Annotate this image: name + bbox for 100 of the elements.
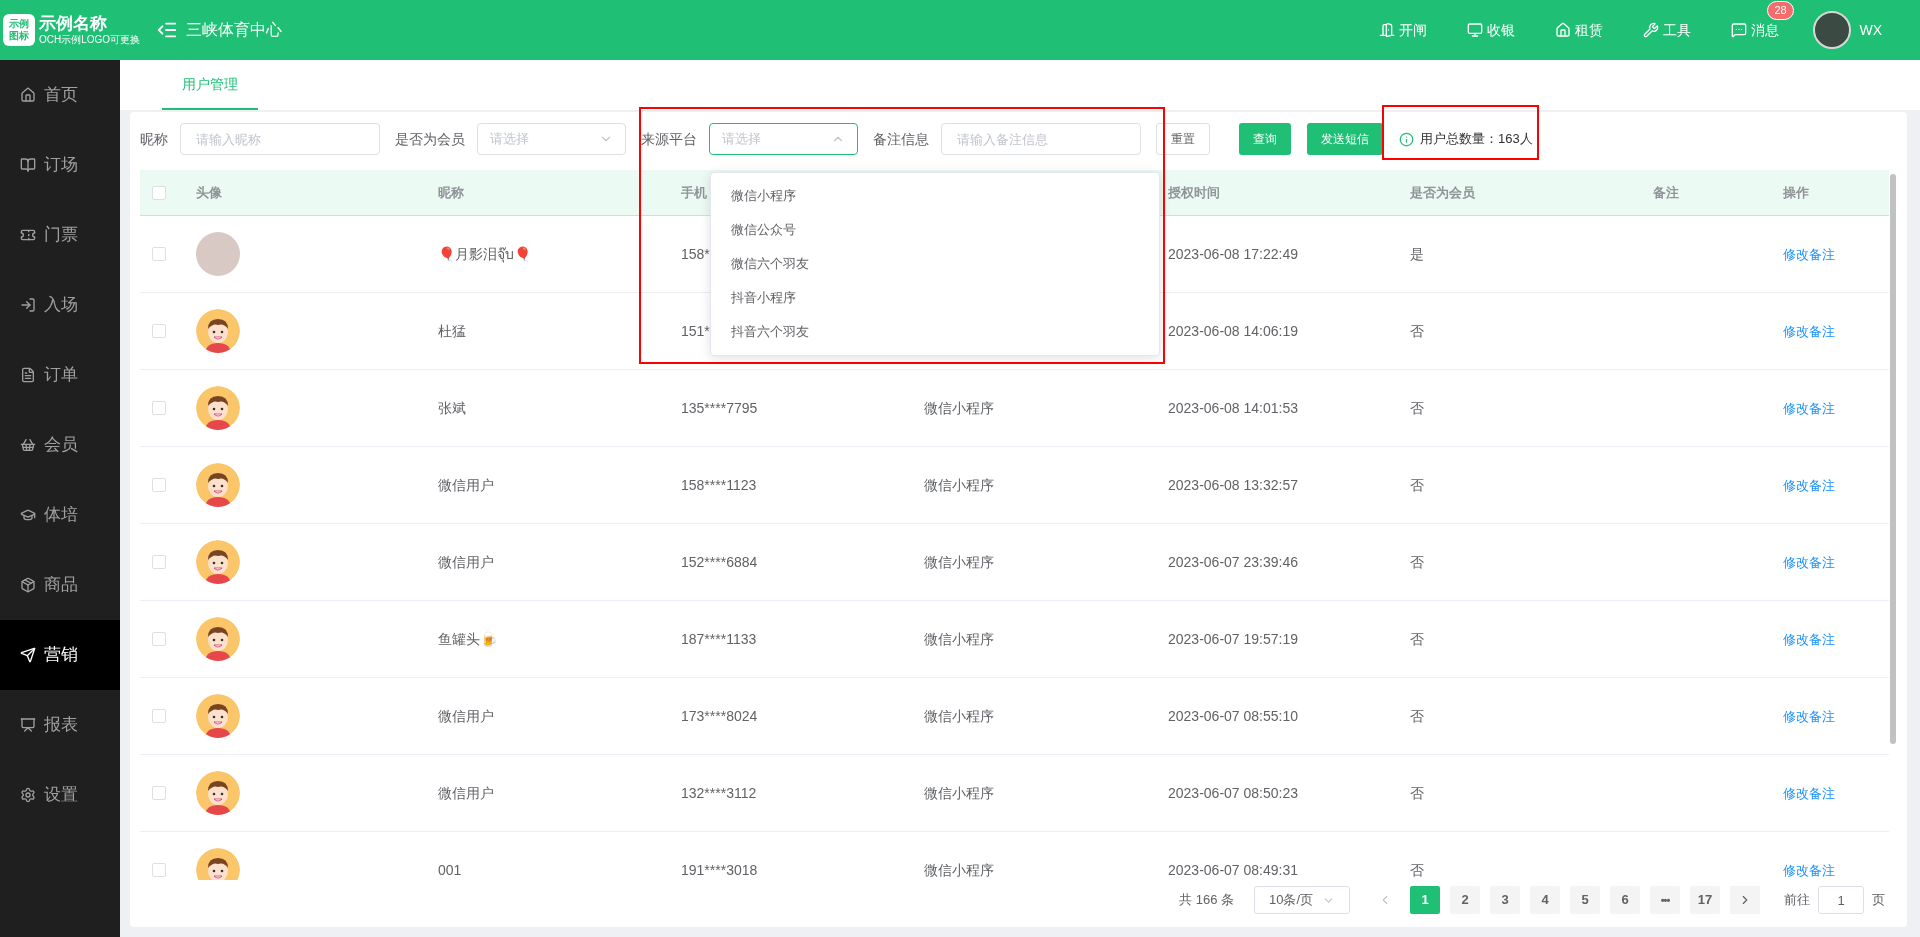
table-cell: 191****3018	[681, 861, 758, 878]
table-cell: 001	[438, 861, 462, 878]
page-button[interactable]: 17	[1690, 886, 1720, 914]
venue-title: 三峡体育中心	[186, 20, 283, 40]
sidebar-item[interactable]: 门票	[0, 200, 120, 270]
table-cell: 158****1123	[681, 476, 757, 493]
edit-remark-link[interactable]: 修改备注	[1783, 631, 1835, 647]
goto-page-field[interactable]: 1	[1818, 886, 1864, 914]
total-records: 共 166 条	[1179, 891, 1234, 910]
goto-suffix: 页	[1872, 891, 1885, 910]
sidebar-item[interactable]: 入场	[0, 270, 120, 340]
dropdown-option[interactable]: 微信公众号	[711, 213, 1159, 247]
table-cell: 🎈月影泪จุ๊บ🎈	[438, 245, 531, 262]
count-badge: 28	[1767, 0, 1794, 20]
ticket-icon	[20, 227, 36, 243]
table-cell: 132****3112	[681, 784, 757, 801]
column-header: 备注	[1653, 184, 1679, 200]
checkbox[interactable]	[152, 478, 166, 492]
checkbox[interactable]	[152, 786, 166, 800]
checkbox[interactable]	[152, 632, 166, 646]
dropdown-option[interactable]: 抖音小程序	[711, 281, 1159, 315]
column-header: 操作	[1783, 184, 1809, 200]
table-cell: 2023-06-08 13:32:57	[1168, 476, 1298, 493]
edit-remark-link[interactable]: 修改备注	[1783, 323, 1835, 339]
column-header: 授权时间	[1168, 184, 1220, 200]
table-cell: 135****7795	[681, 399, 758, 416]
edit-remark-link[interactable]: 修改备注	[1783, 400, 1835, 416]
more-pages-button[interactable]: •••	[1650, 886, 1680, 914]
logo-mark: 示例图标	[3, 14, 35, 46]
checkbox[interactable]	[152, 247, 166, 261]
page-button[interactable]: 2	[1450, 886, 1480, 914]
page-button[interactable]: 4	[1530, 886, 1560, 914]
table-cell: 2023-06-08 14:06:19	[1168, 322, 1298, 339]
dropdown-option[interactable]: 抖音六个羽友	[711, 315, 1159, 349]
monitor-icon	[1467, 22, 1484, 38]
edit-remark-link[interactable]: 修改备注	[1783, 554, 1835, 570]
column-header: 头像	[196, 184, 222, 200]
table-cell: 微信小程序	[924, 553, 994, 570]
filter-label: 来源平台	[641, 129, 697, 149]
sidebar-item[interactable]: 首页	[0, 60, 120, 130]
page-size-select[interactable]: 10条/页	[1254, 886, 1350, 914]
edit-remark-link[interactable]: 修改备注	[1783, 708, 1835, 724]
filter-label: 备注信息	[873, 129, 929, 149]
column-header: 昵称	[438, 184, 464, 200]
page-button[interactable]: 6	[1610, 886, 1640, 914]
next-page-button[interactable]	[1730, 886, 1760, 914]
dropdown-option[interactable]: 微信小程序	[711, 179, 1159, 213]
page-button[interactable]: 5	[1570, 886, 1600, 914]
package-icon	[20, 577, 36, 593]
edit-remark-link[interactable]: 修改备注	[1783, 785, 1835, 801]
table-cell: 鱼罐头🍺	[438, 630, 497, 647]
graduation-cap-icon	[20, 507, 36, 523]
sidebar-item[interactable]: 报表	[0, 690, 120, 760]
sidebar-item[interactable]: 会员	[0, 410, 120, 480]
checkbox[interactable]	[152, 185, 166, 200]
edit-remark-link[interactable]: 修改备注	[1783, 477, 1835, 493]
sidebar-item[interactable]: 订单	[0, 340, 120, 410]
filter-field[interactable]: 请输入备注信息	[941, 123, 1141, 155]
goto-label: 前往	[1784, 891, 1810, 910]
avatar-placeholder[interactable]	[1813, 11, 1852, 49]
table-cell: 187****1133	[681, 630, 757, 647]
checkbox[interactable]	[152, 324, 166, 338]
edit-remark-link[interactable]: 修改备注	[1783, 862, 1835, 878]
table-cell: 2023-06-07 08:49:31	[1168, 861, 1298, 878]
checkbox[interactable]	[152, 863, 166, 877]
chat-icon	[1731, 22, 1748, 38]
table-cell: 微信小程序	[924, 707, 994, 724]
table-cell: 微信小程序	[924, 476, 994, 493]
file-icon	[20, 367, 36, 383]
table-cell: 否	[1410, 861, 1424, 878]
dropdown-option[interactable]: 微信六个羽友	[711, 247, 1159, 281]
table-cell: 2023-06-08 14:01:53	[1168, 399, 1298, 416]
column-header: 是否为会员	[1410, 184, 1475, 200]
table-cell: 否	[1410, 399, 1424, 416]
scrollbar[interactable]	[1890, 174, 1896, 744]
table-cell: 微信用户	[438, 707, 494, 724]
sidebar-item[interactable]: 商品	[0, 550, 120, 620]
sidebar-item[interactable]: 体培	[0, 480, 120, 550]
sidebar-item[interactable]: 营销	[0, 620, 120, 690]
edit-remark-link[interactable]: 修改备注	[1783, 246, 1835, 262]
checkbox[interactable]	[152, 709, 166, 723]
log-in-icon	[20, 297, 36, 313]
table-cell: 2023-06-07 19:57:19	[1168, 630, 1298, 647]
sidebar-item[interactable]: 设置	[0, 760, 120, 830]
table-cell: 2023-06-07 08:50:23	[1168, 784, 1298, 801]
door-icon	[1379, 22, 1396, 38]
action-button[interactable]: 重置	[1156, 123, 1210, 155]
info-icon	[1399, 131, 1414, 147]
sidebar-item[interactable]: 订场	[0, 130, 120, 200]
filter-label: 是否为会员	[395, 129, 465, 149]
table-cell: 是	[1410, 245, 1424, 262]
table-cell: 微信小程序	[924, 784, 994, 801]
checkbox[interactable]	[152, 401, 166, 415]
table-cell: 否	[1410, 322, 1424, 339]
table-cell: 微信用户	[438, 553, 494, 570]
filter-field[interactable]: 请输入昵称	[180, 123, 380, 155]
house-icon	[1555, 22, 1572, 38]
checkbox[interactable]	[152, 555, 166, 569]
house-icon	[20, 87, 36, 103]
page-button[interactable]: 3	[1490, 886, 1520, 914]
